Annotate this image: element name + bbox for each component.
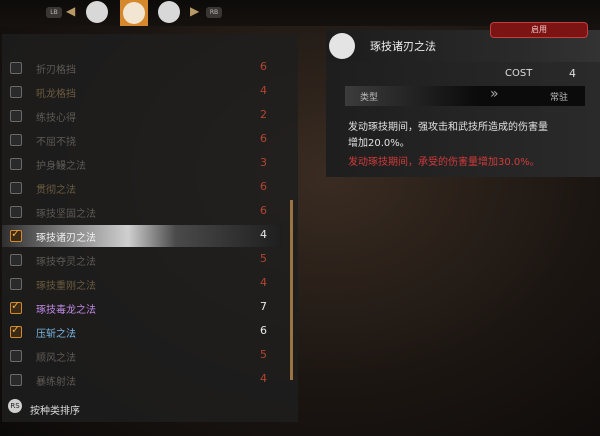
category-icon-2: [123, 2, 145, 24]
skill-name: 护身鳗之法: [36, 161, 86, 172]
skill-cost: 6: [260, 132, 267, 145]
skill-checkbox[interactable]: [10, 350, 22, 362]
skill-name: 压斩之法: [36, 329, 76, 340]
skill-cost: 3: [260, 156, 267, 169]
description-line-2: 增加20.0%。: [348, 138, 410, 149]
skill-checkbox[interactable]: [10, 158, 22, 170]
skill-checkbox[interactable]: [10, 86, 22, 98]
rb-button[interactable]: RB: [206, 7, 222, 18]
right-arrow-icon[interactable]: ▶: [190, 4, 199, 18]
skill-name: 琢技毒龙之法: [36, 305, 96, 316]
skill-cost: 6: [260, 324, 267, 337]
cost-value: 4: [569, 67, 576, 80]
skill-name: 琢技重刚之法: [36, 281, 96, 292]
scrollbar[interactable]: [290, 200, 293, 380]
skill-row[interactable]: 折刃格挡 6: [2, 57, 282, 79]
skill-checkbox[interactable]: [10, 62, 22, 74]
skill-name: 琢技坚固之法: [36, 209, 96, 220]
skill-row[interactable]: 压斩之法 6: [2, 321, 282, 343]
skill-name: 琢技夺灵之法: [36, 257, 96, 268]
skill-checkbox[interactable]: [10, 227, 22, 242]
skill-row[interactable]: 琢技夺灵之法 5: [2, 249, 282, 271]
skill-row[interactable]: 暴练射法 4: [2, 369, 282, 391]
skill-checkbox[interactable]: [10, 278, 22, 290]
chevron-right-icon: »: [490, 86, 499, 102]
lb-button[interactable]: LB: [46, 7, 62, 18]
skill-checkbox[interactable]: [10, 110, 22, 122]
enable-button[interactable]: 启用: [490, 22, 588, 38]
skill-checkbox[interactable]: [10, 299, 22, 314]
skill-row[interactable]: 练技心得 2: [2, 105, 282, 127]
skill-cost: 7: [260, 300, 267, 313]
skill-name: 暴练射法: [36, 377, 76, 388]
skill-row[interactable]: 琢技坚固之法 6: [2, 201, 282, 223]
category-icon-1[interactable]: [86, 1, 108, 23]
skill-description: 发动琢技期间，强攻击和武技所造成的伤害量 增加20.0%。: [348, 120, 588, 152]
skill-checkbox[interactable]: [10, 254, 22, 266]
skill-row[interactable]: 琢技毒龙之法 7: [2, 297, 282, 319]
skill-name: 贯彻之法: [36, 185, 76, 196]
cost-label: COST: [505, 68, 533, 79]
skill-title: 琢技诸刃之法: [370, 40, 436, 53]
skill-row[interactable]: 护身鳗之法 3: [2, 153, 282, 175]
skill-cost: 6: [260, 180, 267, 193]
skill-checkbox[interactable]: [10, 323, 22, 338]
skill-row[interactable]: 不屈不挠 6: [2, 129, 282, 151]
category-tab-active[interactable]: [120, 0, 148, 26]
description-line-1: 发动琢技期间，强攻击和武技所造成的伤害量: [348, 122, 548, 133]
skill-checkbox[interactable]: [10, 134, 22, 146]
skill-cost: 5: [260, 252, 267, 265]
skill-cost: 6: [260, 204, 267, 217]
skill-row[interactable]: 顺风之法 5: [2, 345, 282, 367]
skill-name: 吼龙格挡: [36, 89, 76, 100]
skill-cost: 4: [260, 372, 267, 385]
type-label: 类型: [360, 93, 379, 103]
skill-cost: 4: [260, 228, 267, 241]
skill-row[interactable]: 吼龙格挡 4: [2, 81, 282, 103]
skill-checkbox[interactable]: [10, 182, 22, 194]
left-arrow-icon[interactable]: ◀: [66, 4, 75, 18]
type-row: [345, 86, 585, 106]
sort-by-type-label[interactable]: 按种类排序: [30, 402, 80, 417]
skill-cost: 5: [260, 348, 267, 361]
rs-button-icon[interactable]: RS: [8, 399, 22, 413]
skill-cost: 4: [260, 276, 267, 289]
skill-cost: 6: [260, 60, 267, 73]
skill-name: 顺风之法: [36, 353, 76, 364]
skill-name: 不屈不挠: [36, 137, 76, 148]
skill-row[interactable]: 琢技重刚之法 4: [2, 273, 282, 295]
skill-row[interactable]: 贯彻之法 6: [2, 177, 282, 199]
skill-checkbox[interactable]: [10, 206, 22, 218]
category-icon-3[interactable]: [158, 1, 180, 23]
skill-row[interactable]: 琢技诸刃之法 4: [2, 225, 282, 247]
skill-emblem-icon: [329, 33, 355, 59]
skill-name: 折刃格挡: [36, 65, 76, 76]
skill-cost: 2: [260, 108, 267, 121]
skill-drawback: 发动琢技期间，承受的伤害量增加30.0%。: [348, 157, 540, 168]
skill-name: 练技心得: [36, 113, 76, 124]
skill-checkbox[interactable]: [10, 374, 22, 386]
skill-name: 琢技诸刃之法: [36, 233, 96, 244]
type-value: 常驻: [550, 93, 569, 103]
skill-cost: 4: [260, 84, 267, 97]
